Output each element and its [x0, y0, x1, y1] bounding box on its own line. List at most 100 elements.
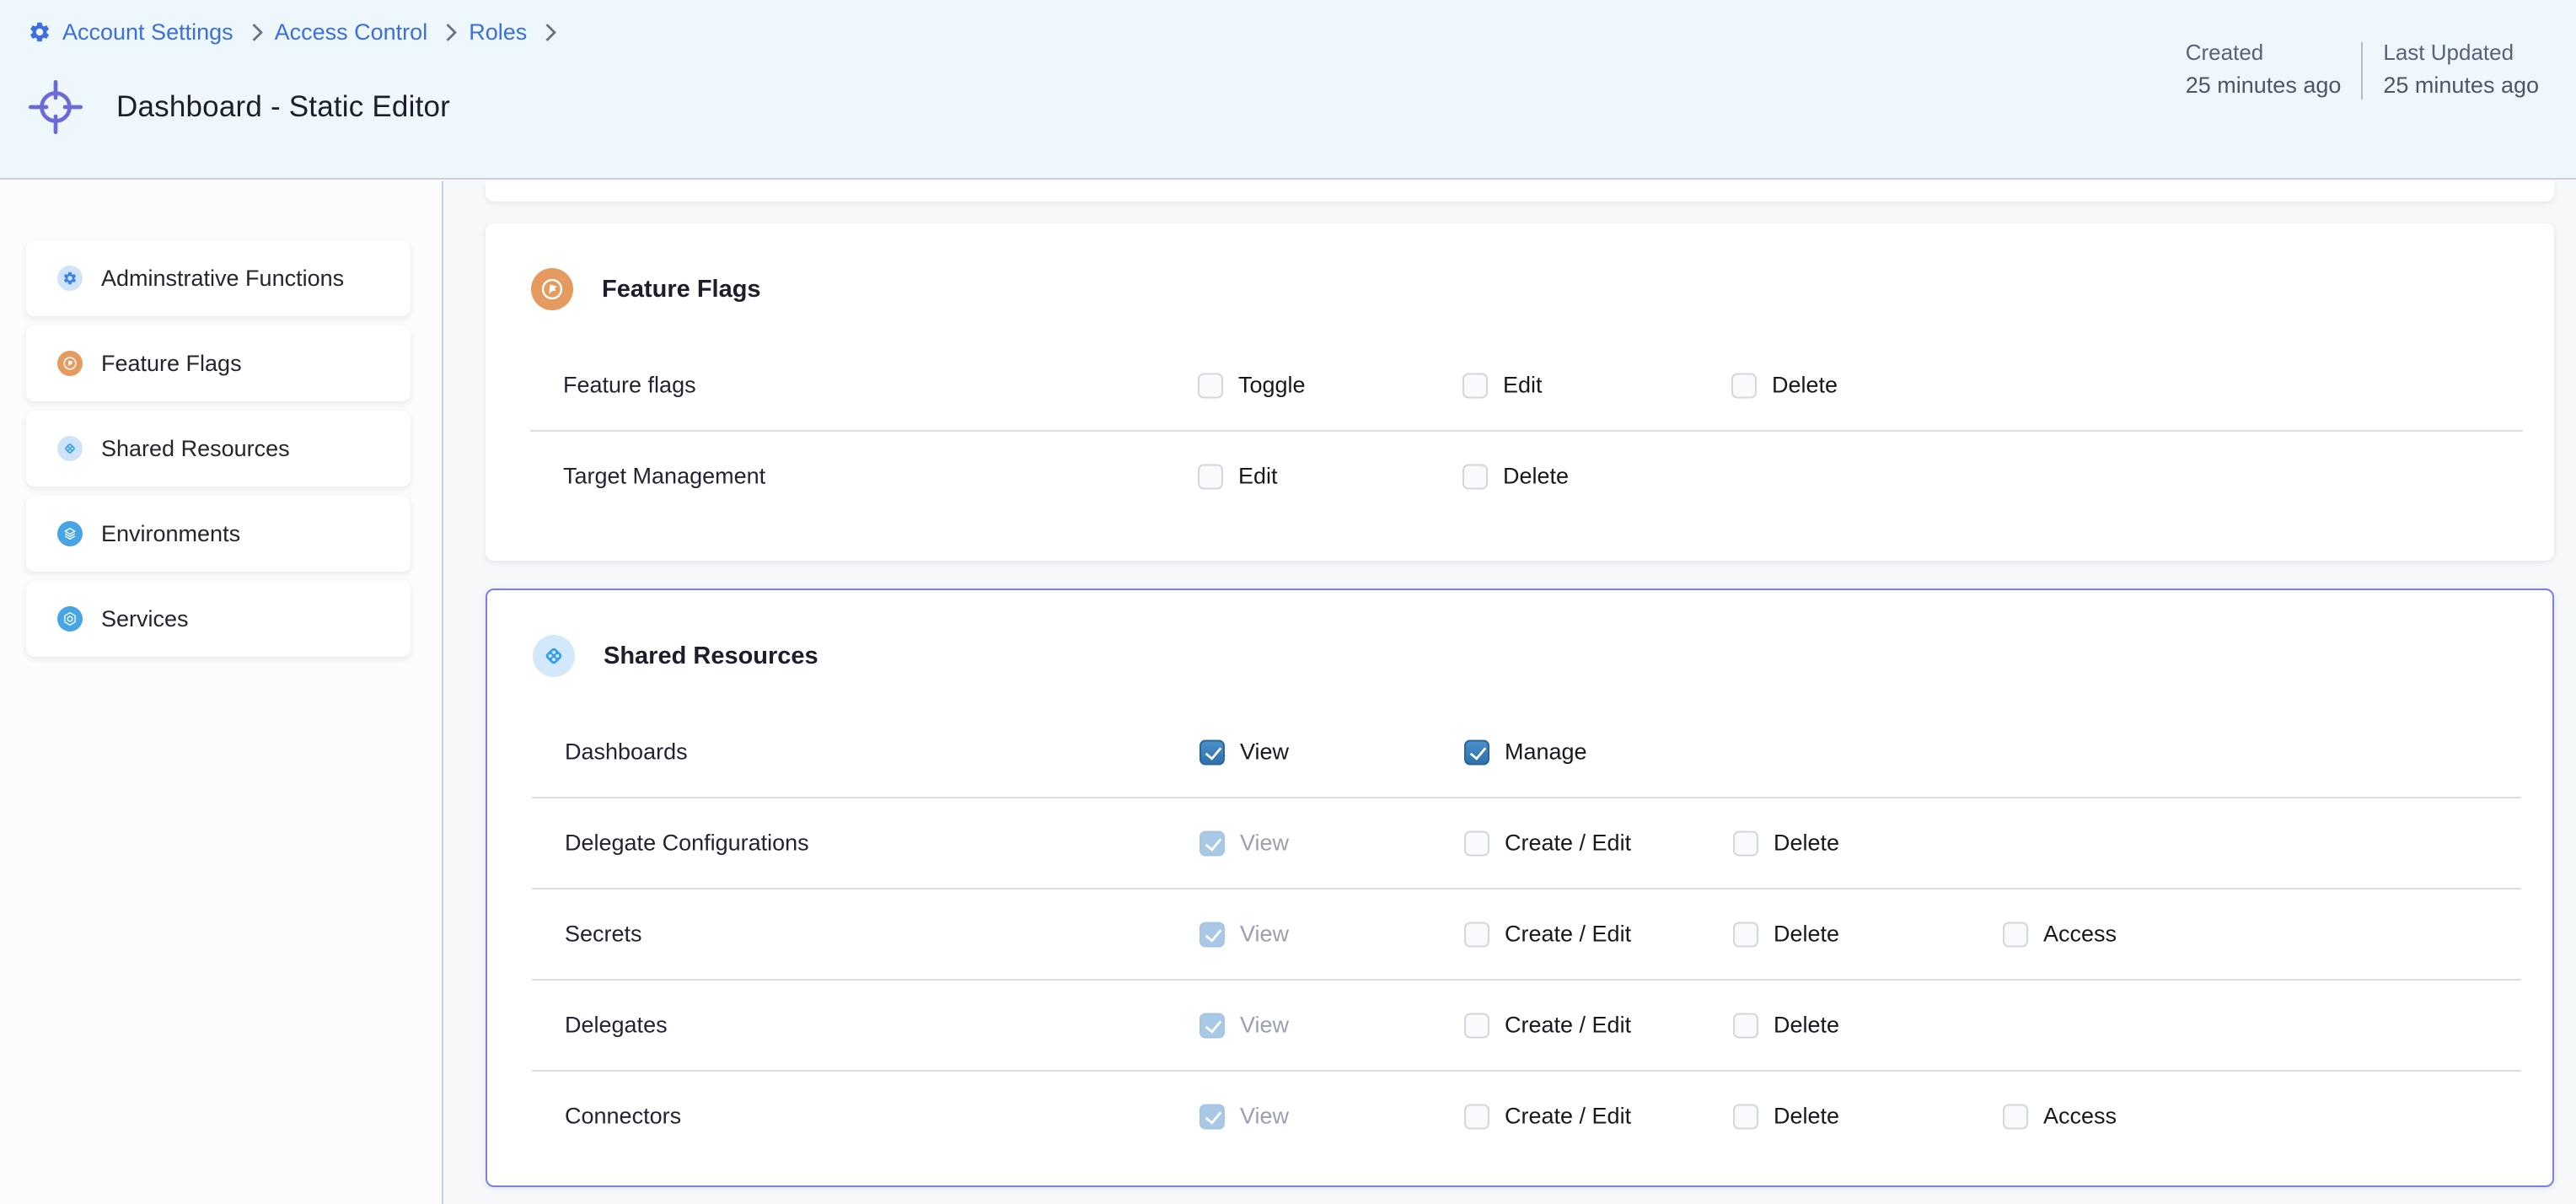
checkbox[interactable]: [1464, 1104, 1489, 1129]
checkbox[interactable]: [1199, 1104, 1225, 1129]
resource-label: Connectors: [565, 1104, 681, 1130]
breadcrumb-roles[interactable]: Roles: [469, 19, 527, 46]
last-updated-value: 25 minutes ago: [2383, 72, 2539, 99]
permission-delete[interactable]: Delete: [1733, 922, 1839, 948]
sidebar-item-services[interactable]: Services: [26, 581, 411, 657]
sidebar-item-administrative-functions[interactable]: Adminstrative Functions: [26, 240, 411, 316]
shared-resources-icon: [533, 635, 575, 677]
checkbox-label: Edit: [1238, 464, 1278, 490]
sidebar-item-label: Feature Flags: [101, 351, 242, 377]
sidebar-item-label: Environments: [101, 521, 240, 547]
breadcrumb-account-settings[interactable]: Account Settings: [62, 19, 233, 46]
permission-access[interactable]: Access: [2003, 1104, 2117, 1130]
permission-delete[interactable]: Delete: [1731, 373, 1838, 399]
created-value: 25 minutes ago: [2186, 72, 2342, 99]
permission-row-connectors: Connectors View Create / Edit Delete: [532, 1070, 2521, 1161]
checkbox-label: Manage: [1505, 739, 1587, 766]
resource-label: Dashboards: [565, 739, 688, 766]
permission-create-edit[interactable]: Create / Edit: [1464, 1104, 1631, 1130]
permission-rows: Dashboards View Manage Delegate Configur…: [532, 707, 2521, 1161]
sidebar-item-feature-flags[interactable]: Feature Flags: [26, 325, 411, 401]
resource-label: Delegate Configurations: [565, 830, 809, 857]
permissions-panel: Feature Flags Feature flags Toggle Edit: [445, 181, 2576, 1204]
checkbox-label: Delete: [1774, 830, 1839, 857]
checkbox[interactable]: [1199, 830, 1225, 856]
sidebar-item-environments[interactable]: Environments: [26, 496, 411, 572]
page-title: Dashboard - Static Editor: [116, 90, 450, 124]
section-shared-resources: Shared Resources Dashboards View Manage …: [486, 589, 2554, 1187]
permission-view[interactable]: View: [1199, 739, 1289, 766]
created-block: Created 25 minutes ago: [2186, 39, 2342, 99]
permission-view[interactable]: View: [1199, 922, 1289, 948]
checkbox-label: Create / Edit: [1505, 1104, 1631, 1130]
permission-view[interactable]: View: [1199, 830, 1289, 857]
checkbox[interactable]: [2003, 922, 2028, 947]
permission-delete[interactable]: Delete: [1733, 830, 1839, 857]
permission-delete[interactable]: Delete: [1733, 1104, 1839, 1130]
checkbox[interactable]: [1462, 464, 1488, 489]
checkbox[interactable]: [1199, 739, 1225, 765]
resource-label: Target Management: [563, 464, 765, 490]
role-meta: Created 25 minutes ago Last Updated 25 m…: [2186, 39, 2539, 99]
section-header: Shared Resources: [533, 635, 818, 677]
last-updated-label: Last Updated: [2383, 39, 2539, 67]
permission-delete[interactable]: Delete: [1462, 464, 1569, 490]
checkbox[interactable]: [1462, 373, 1488, 398]
last-updated-block: Last Updated 25 minutes ago: [2383, 39, 2539, 99]
permission-create-edit[interactable]: Create / Edit: [1464, 922, 1631, 948]
checkbox[interactable]: [1733, 922, 1758, 947]
checkbox-label: Edit: [1503, 373, 1543, 399]
permission-row-feature-flags: Feature flags Toggle Edit Delete: [530, 341, 2523, 430]
resource-category-sidebar: Adminstrative Functions Feature Flags: [0, 181, 443, 1204]
shared-resources-icon: [57, 436, 83, 461]
sidebar-item-shared-resources[interactable]: Shared Resources: [26, 411, 411, 486]
permission-row-target-management: Target Management Edit Delete: [530, 430, 2523, 521]
permission-row-delegates: Delegates View Create / Edit Delete: [532, 979, 2521, 1070]
checkbox[interactable]: [1464, 922, 1489, 947]
checkbox-label: View: [1240, 922, 1289, 948]
permission-toggle[interactable]: Toggle: [1198, 373, 1306, 399]
environments-icon: [57, 521, 83, 546]
meta-divider: [2361, 42, 2363, 99]
permission-create-edit[interactable]: Create / Edit: [1464, 1013, 1631, 1039]
checkbox[interactable]: [1733, 1104, 1758, 1129]
breadcrumb: Account Settings Access Control Roles: [28, 13, 557, 51]
permission-view[interactable]: View: [1199, 1013, 1289, 1039]
permission-view[interactable]: View: [1199, 1104, 1289, 1130]
checkbox-label: Delete: [1503, 464, 1569, 490]
checkbox[interactable]: [1199, 922, 1225, 947]
permission-row-secrets: Secrets View Create / Edit Delete: [532, 888, 2521, 979]
page-header: Account Settings Access Control Roles Da…: [0, 0, 2576, 180]
checkbox[interactable]: [2003, 1104, 2028, 1129]
flag-icon: [57, 351, 83, 376]
permission-edit[interactable]: Edit: [1198, 464, 1278, 490]
permission-manage[interactable]: Manage: [1464, 739, 1587, 766]
checkbox[interactable]: [1198, 373, 1223, 398]
title-row: Dashboard - Static Editor: [28, 71, 450, 144]
checkbox-label: Delete: [1772, 373, 1838, 399]
sidebar-item-label: Adminstrative Functions: [101, 266, 344, 292]
breadcrumb-access-control[interactable]: Access Control: [275, 19, 428, 46]
checkbox[interactable]: [1464, 739, 1489, 765]
section-title: Feature Flags: [602, 276, 761, 304]
checkbox-label: Access: [2043, 922, 2117, 948]
scrolled-card-remnant: [486, 181, 2554, 202]
permission-access[interactable]: Access: [2003, 922, 2117, 948]
checkbox-label: Delete: [1774, 1104, 1839, 1130]
permission-edit[interactable]: Edit: [1462, 373, 1543, 399]
checkbox[interactable]: [1199, 1013, 1225, 1038]
crosshair-icon: [28, 79, 83, 135]
permission-create-edit[interactable]: Create / Edit: [1464, 830, 1631, 857]
resource-label: Secrets: [565, 922, 642, 948]
checkbox[interactable]: [1733, 830, 1758, 856]
checkbox[interactable]: [1464, 830, 1489, 856]
checkbox-label: Delete: [1774, 922, 1839, 948]
checkbox[interactable]: [1464, 1013, 1489, 1038]
checkbox[interactable]: [1733, 1013, 1758, 1038]
checkbox[interactable]: [1198, 464, 1223, 489]
checkbox[interactable]: [1731, 373, 1757, 398]
gear-icon: [28, 20, 51, 44]
permission-delete[interactable]: Delete: [1733, 1013, 1839, 1039]
permission-row-dashboards: Dashboards View Manage: [532, 707, 2521, 797]
gear-icon: [57, 266, 83, 291]
